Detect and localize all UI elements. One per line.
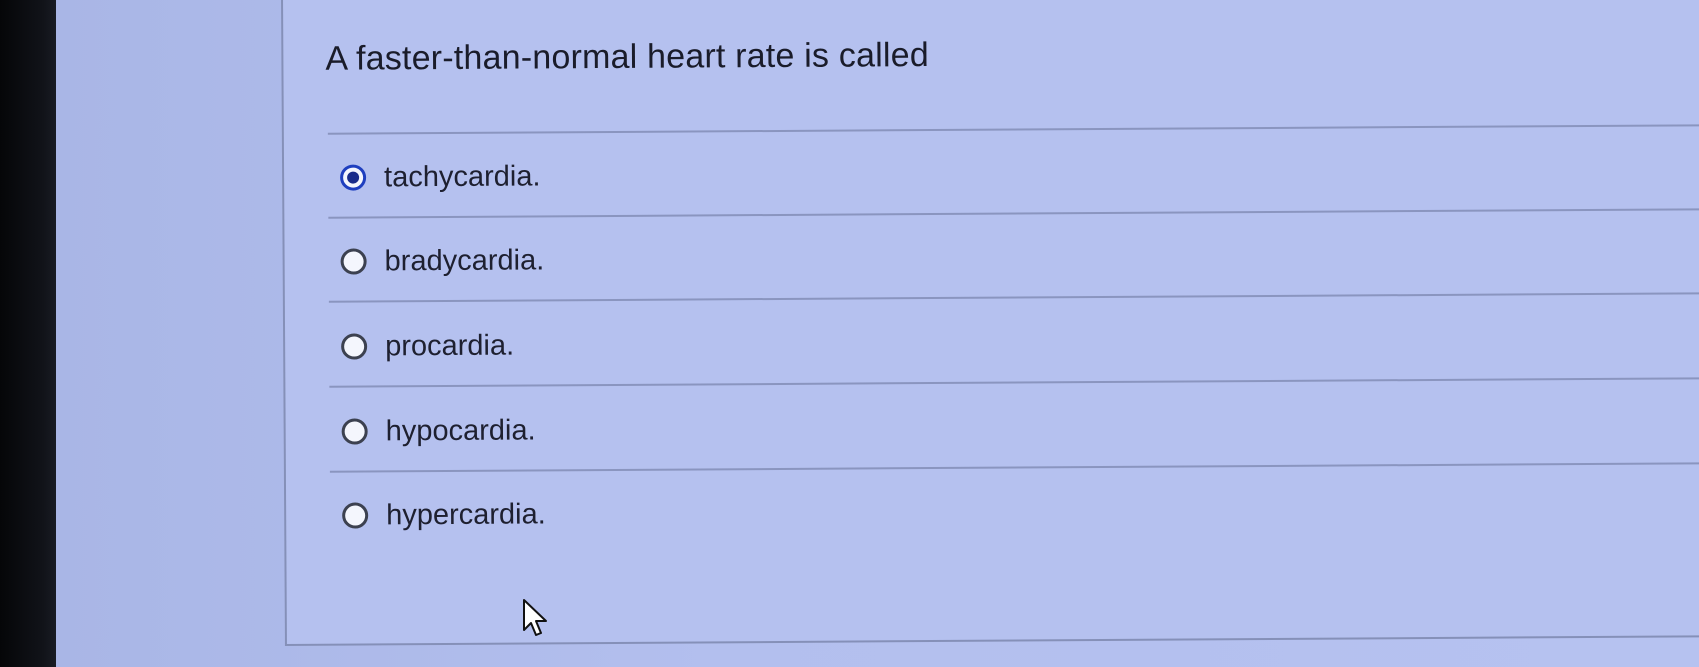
divider <box>328 292 1699 303</box>
radio-unselected-icon[interactable] <box>341 333 368 360</box>
screen: A faster-than-normal heart rate is calle… <box>56 0 1699 667</box>
divider <box>329 462 1699 473</box>
question-text: A faster-than-normal heart rate is calle… <box>325 36 929 78</box>
monitor-bezel <box>0 0 62 667</box>
option-tachycardia[interactable]: tachycardia. <box>340 156 541 197</box>
option-label: hypercardia. <box>386 497 546 531</box>
radio-unselected-icon[interactable] <box>341 418 368 445</box>
mouse-pointer-icon <box>523 599 547 636</box>
question-panel: A faster-than-normal heart rate is calle… <box>281 0 1699 646</box>
divider <box>329 377 1699 388</box>
option-bradycardia[interactable]: bradycardia. <box>340 240 545 281</box>
radio-unselected-icon[interactable] <box>340 248 367 275</box>
option-label: bradycardia. <box>384 243 545 277</box>
option-label: tachycardia. <box>384 159 541 193</box>
option-procardia[interactable]: procardia. <box>341 326 514 367</box>
option-label: procardia. <box>385 329 515 362</box>
radio-selected-icon[interactable] <box>340 164 367 191</box>
radio-unselected-icon[interactable] <box>342 502 369 529</box>
divider <box>327 124 1699 135</box>
option-label: hypocardia. <box>385 413 536 447</box>
option-hypocardia[interactable]: hypocardia. <box>341 410 536 451</box>
divider <box>328 208 1699 219</box>
option-hypercardia[interactable]: hypercardia. <box>342 494 546 535</box>
